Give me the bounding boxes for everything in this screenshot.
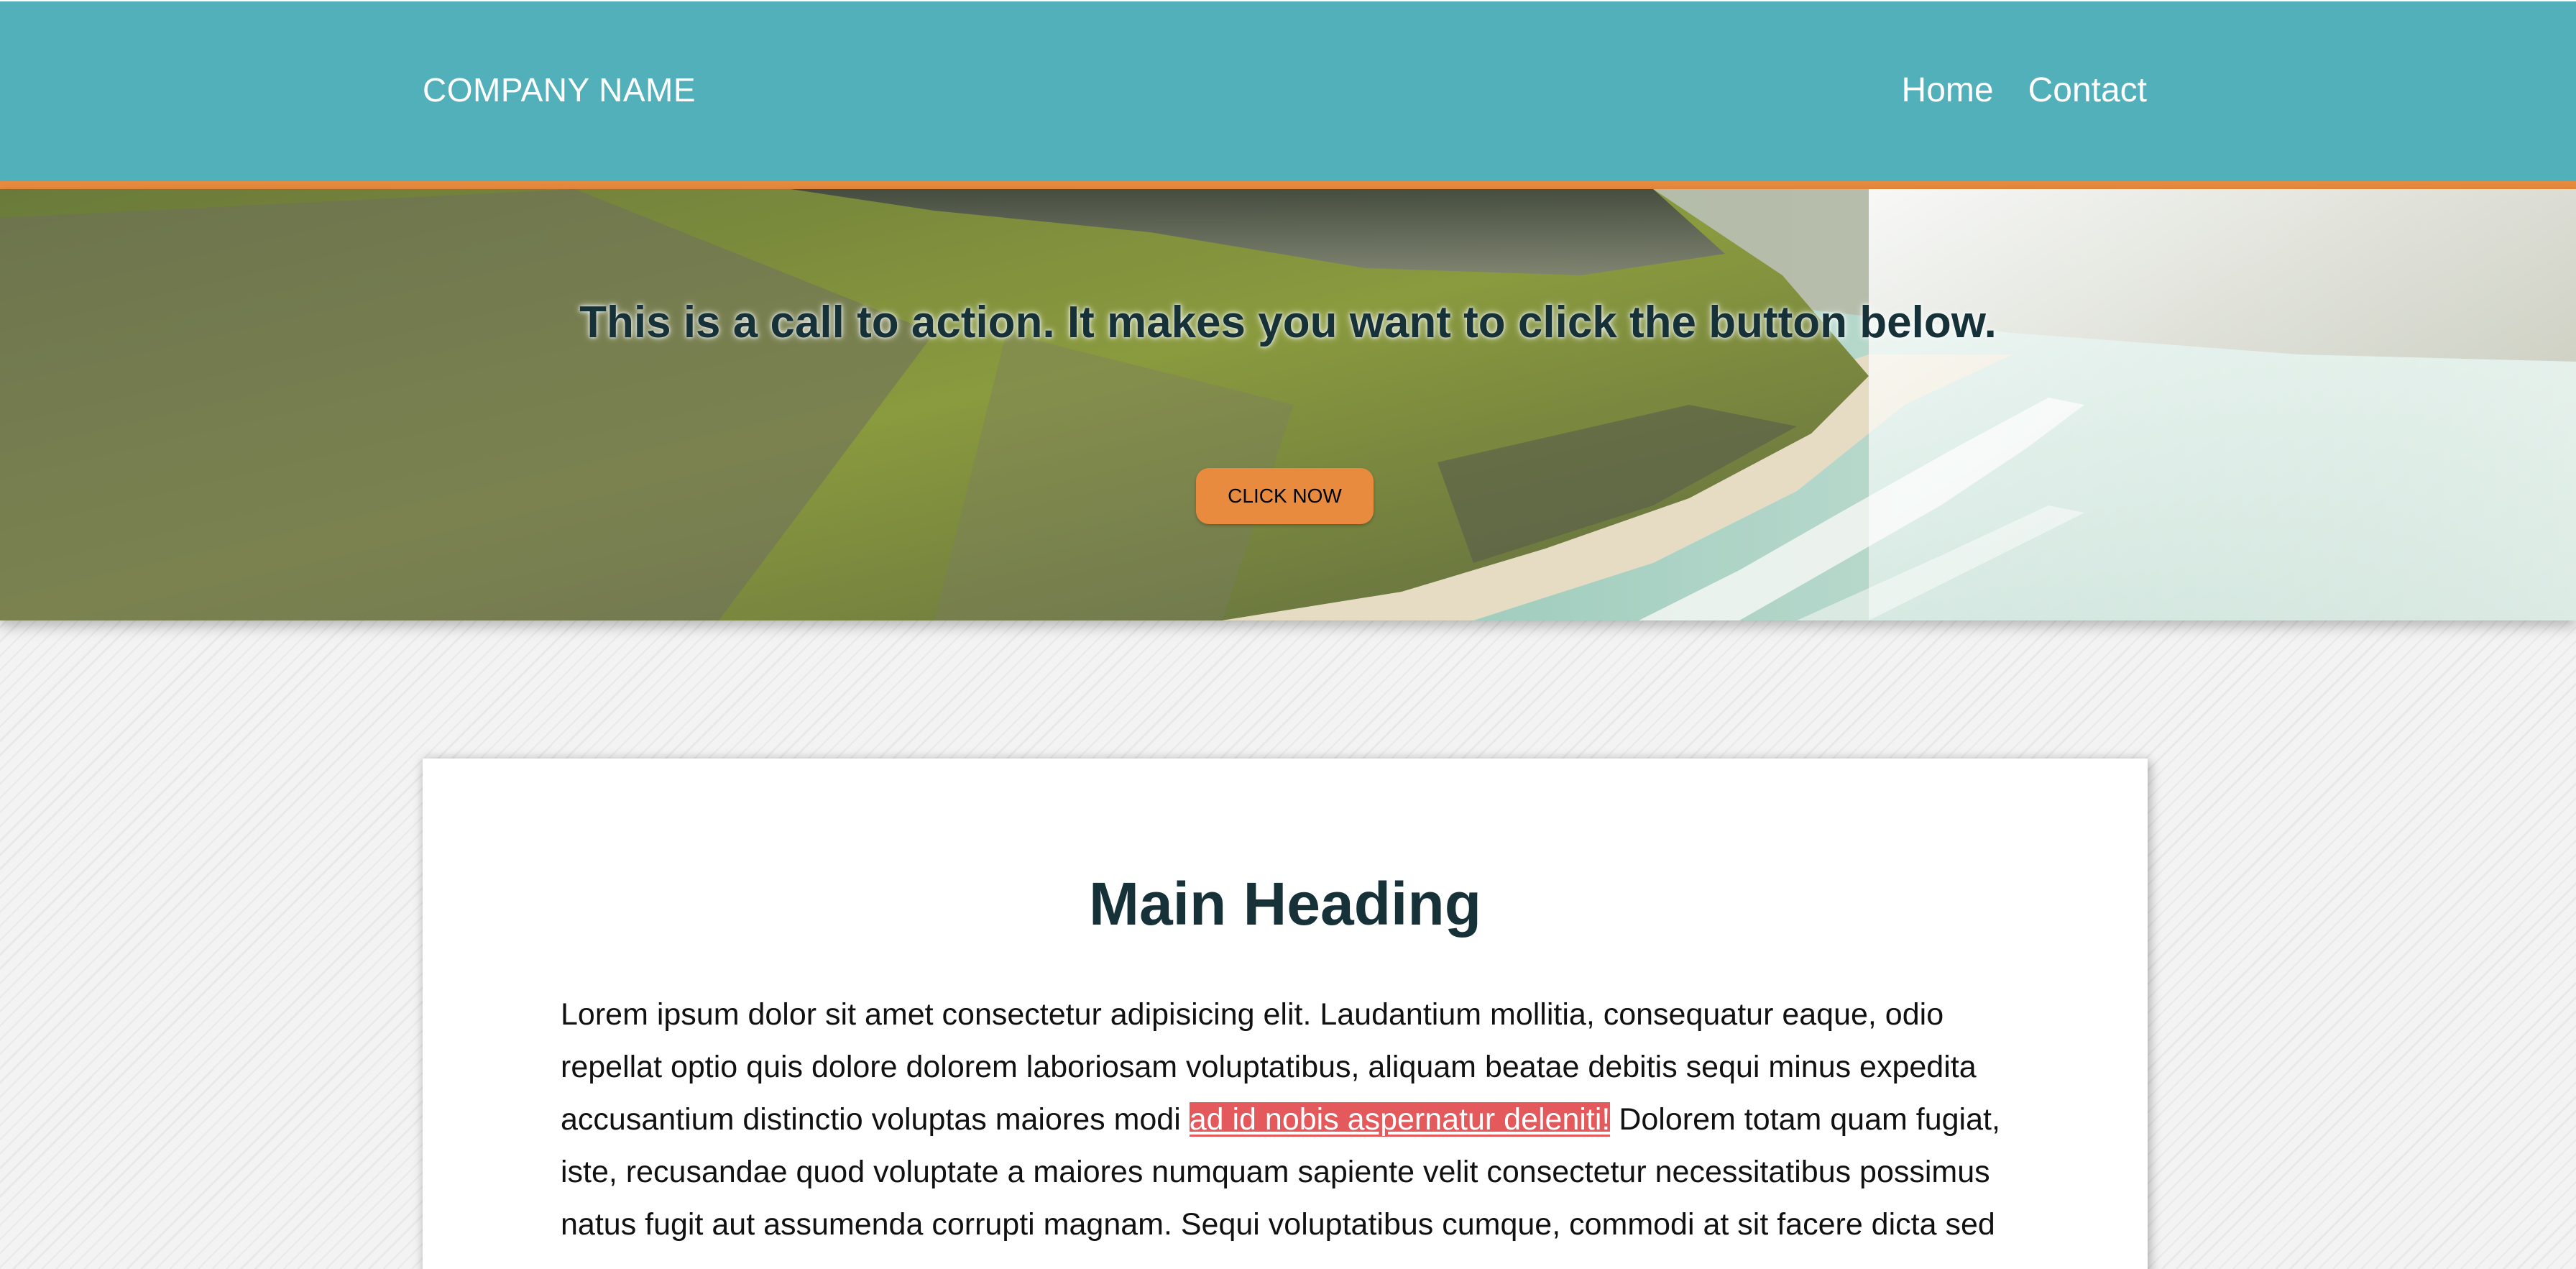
header-accent-bar	[0, 181, 2576, 189]
hero-banner: This is a call to action. It makes you w…	[0, 189, 2576, 620]
main-nav: Home Contact	[1902, 73, 2147, 108]
company-logo-text[interactable]: COMPANY NAME	[423, 73, 696, 106]
body-paragraph: Lorem ipsum dolor sit amet consectetur a…	[561, 989, 2034, 1251]
hero-background-image	[0, 189, 2576, 620]
content-card: Main Heading Lorem ipsum dolor sit amet …	[423, 759, 2148, 1269]
main-heading: Main Heading	[1088, 870, 1482, 938]
hero-call-to-action-text: This is a call to action. It makes you w…	[579, 298, 1997, 347]
nav-home-link[interactable]: Home	[1902, 73, 1994, 108]
site-header: COMPANY NAME Home Contact	[0, 0, 2576, 181]
nav-contact-link[interactable]: Contact	[2028, 73, 2147, 108]
inline-highlight-link[interactable]: ad id nobis aspernatur deleniti!	[1189, 1102, 1611, 1137]
click-now-button[interactable]: CLICK NOW	[1196, 468, 1374, 524]
